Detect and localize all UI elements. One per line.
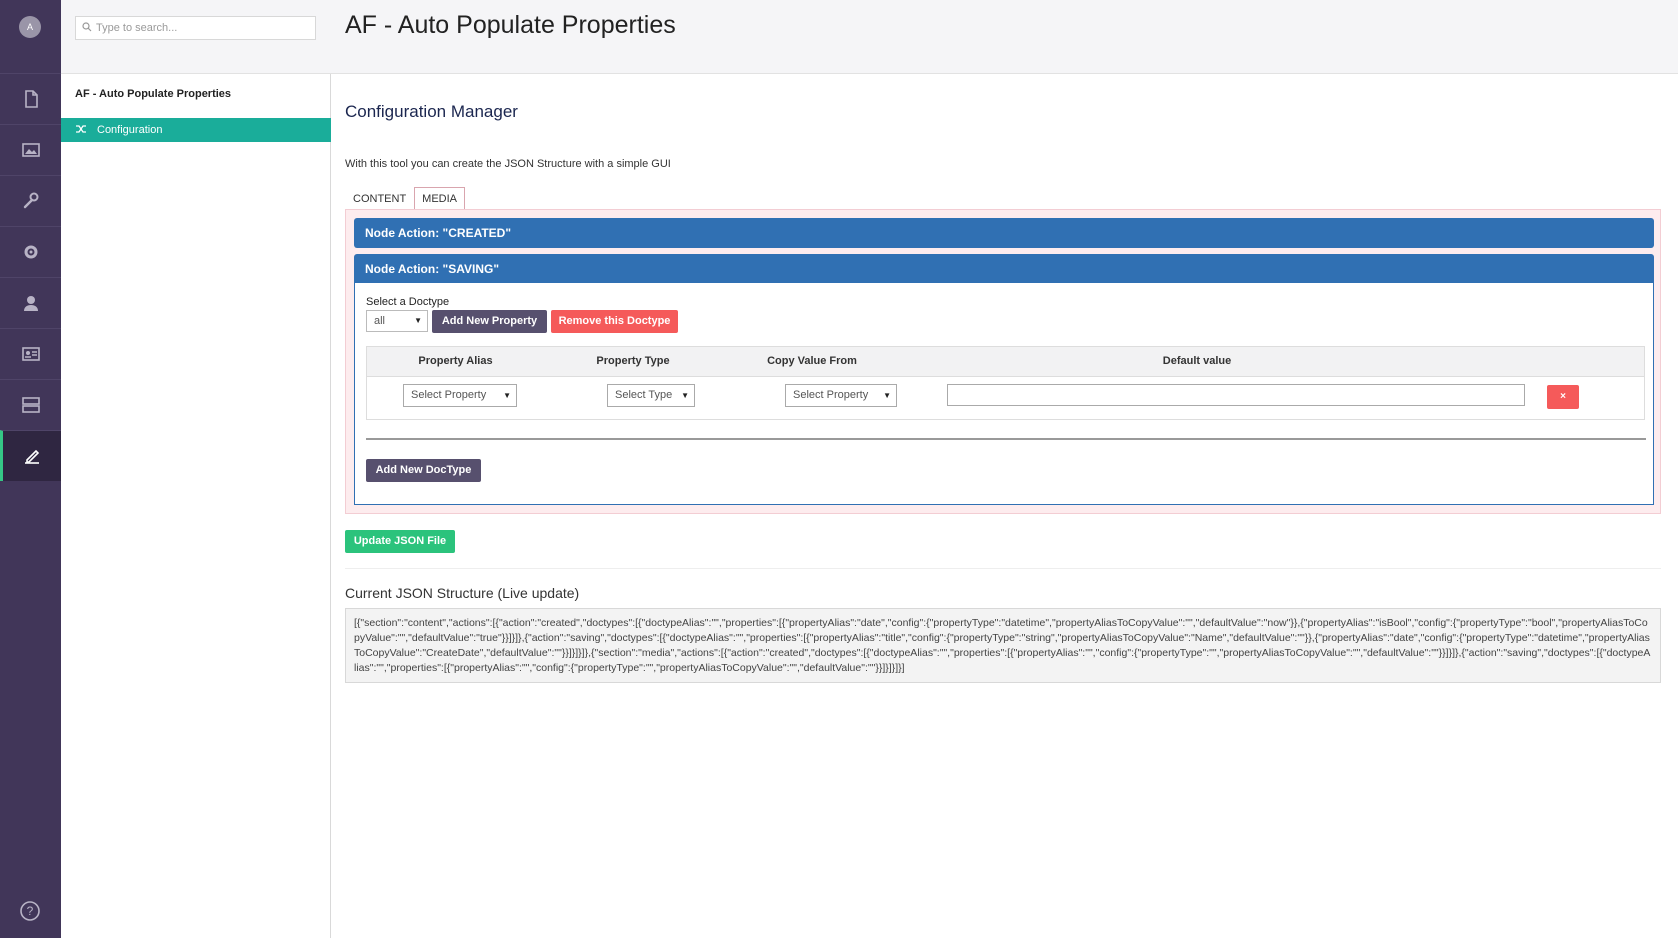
content-icon[interactable] (0, 73, 61, 124)
caret-down-icon: ▼ (883, 391, 891, 400)
select-value: Select Property (411, 389, 487, 401)
tree-node-label: Configuration (97, 124, 163, 136)
table-header: Property Alias Property Type Copy Value … (367, 347, 1644, 377)
column-header: Property Type (596, 355, 670, 367)
members-icon[interactable] (0, 328, 61, 379)
divider (366, 438, 1646, 440)
remove-doctype-button[interactable]: Remove this Doctype (551, 310, 678, 333)
tab-content[interactable]: CONTENT (345, 187, 414, 209)
gear-icon[interactable] (0, 226, 61, 277)
tree-panel: AF - Auto Populate Properties Configurat… (61, 0, 331, 938)
doctype-select-label: Select a Doctype (366, 296, 450, 308)
forms-icon[interactable] (0, 379, 61, 430)
section-title: Configuration Manager (345, 102, 518, 121)
tree-search-area (61, 0, 331, 74)
svg-text:?: ? (27, 904, 34, 918)
page-title: AF - Auto Populate Properties (345, 11, 676, 39)
properties-table: Property Alias Property Type Copy Value … (366, 346, 1645, 420)
caret-down-icon: ▼ (414, 316, 422, 325)
accordion-title: Node Action: "SAVING" (365, 261, 500, 276)
doctype-select[interactable]: all ▼ (366, 310, 428, 332)
accordion-created[interactable]: Node Action: "CREATED" (354, 218, 1654, 248)
avatar[interactable]: A (19, 16, 41, 38)
edit-icon[interactable] (0, 430, 61, 481)
caret-down-icon: ▼ (503, 391, 511, 400)
intro-text: With this tool you can create the JSON S… (345, 158, 671, 170)
tab-body-media: Node Action: "CREATED" Node Action: "SAV… (345, 209, 1661, 514)
column-header: Copy Value From (767, 355, 857, 367)
tab-bar: CONTENT MEDIA (345, 187, 466, 209)
column-header: Property Alias (418, 355, 493, 367)
user-icon[interactable] (0, 277, 61, 328)
json-structure-title: Current JSON Structure (Live update) (345, 585, 580, 601)
media-icon[interactable] (0, 124, 61, 175)
tree-root-label[interactable]: AF - Auto Populate Properties (75, 88, 231, 100)
divider (345, 568, 1661, 569)
caret-down-icon: ▼ (681, 391, 689, 400)
close-icon: × (1560, 391, 1566, 402)
add-new-property-button[interactable]: Add New Property (432, 310, 547, 333)
property-type-select[interactable]: Select Type ▼ (607, 384, 695, 407)
copy-value-select[interactable]: Select Property ▼ (785, 384, 897, 407)
help-icon[interactable]: ? (19, 900, 41, 922)
settings-wrench-icon[interactable] (0, 175, 61, 226)
shuffle-icon (75, 124, 87, 137)
select-value: Select Type (615, 389, 673, 401)
search-icon (82, 21, 92, 35)
doctype-select-value: all (374, 315, 386, 327)
page-header: AF - Auto Populate Properties (331, 0, 1678, 74)
select-value: Select Property (793, 389, 869, 401)
search-input[interactable] (96, 22, 296, 34)
tab-media[interactable]: MEDIA (414, 187, 466, 209)
main-content: AF - Auto Populate Properties Configurat… (331, 0, 1678, 938)
delete-row-button[interactable]: × (1547, 385, 1579, 409)
json-output[interactable]: [{"section":"content","actions":[{"actio… (345, 608, 1661, 683)
add-new-doctype-button[interactable]: Add New DocType (366, 459, 481, 482)
property-alias-select[interactable]: Select Property ▼ (403, 384, 517, 407)
default-value-input[interactable] (947, 384, 1525, 406)
accordion-saving-panel: Select a Doctype all ▼ Add New Property … (354, 283, 1654, 505)
column-header: Default value (1162, 355, 1232, 367)
tree-node-configuration[interactable]: Configuration (61, 118, 331, 142)
accordion-saving[interactable]: Node Action: "SAVING" (354, 254, 1654, 283)
section-rail: A ? (0, 0, 61, 938)
accordion-title: Node Action: "CREATED" (365, 226, 512, 240)
search-box[interactable] (75, 16, 316, 40)
update-json-button[interactable]: Update JSON File (345, 530, 455, 553)
